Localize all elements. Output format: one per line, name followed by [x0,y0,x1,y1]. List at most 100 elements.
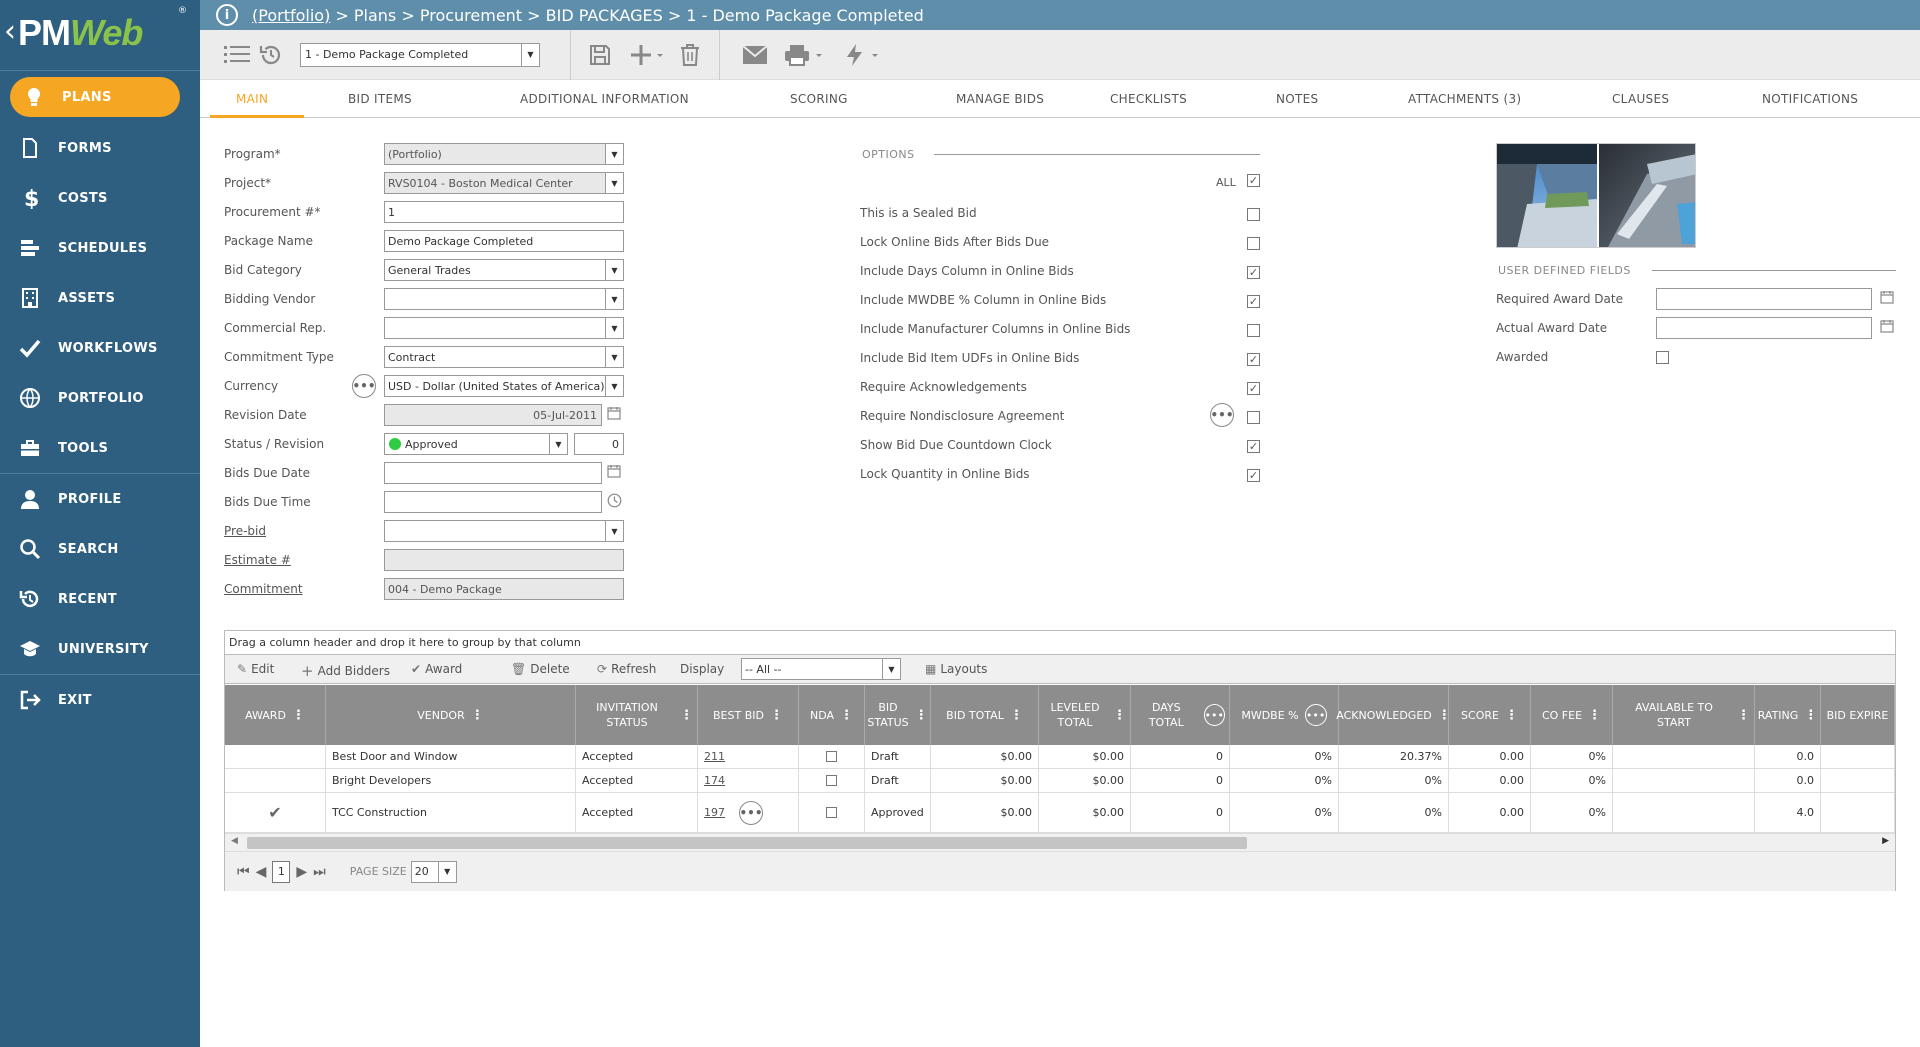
calendar-icon[interactable] [1880,319,1894,337]
bids-due-time-input[interactable] [384,491,602,513]
bids-due-date-input[interactable] [384,462,602,484]
column-header-leveled-total[interactable]: LEVELED TOTAL ⋮ [1039,685,1131,745]
column-menu-icon[interactable]: ⋮ [1804,708,1817,723]
print-icon[interactable] [782,38,826,72]
bidding-vendor-select[interactable]: ▼ [384,288,624,310]
cell-nda[interactable] [799,769,865,792]
commercial-rep-select[interactable]: ▼ [384,317,624,339]
column-header-bid-status[interactable]: BID STATUS ⋮ [865,685,931,745]
page-number-input[interactable]: 1 [272,860,291,883]
sidebar-item-schedules[interactable]: SCHEDULES [0,223,200,273]
calendar-icon[interactable] [607,464,621,482]
column-menu-icon[interactable]: ⋮ [1737,708,1750,723]
column-menu-icon[interactable]: ⋮ [840,708,853,723]
chevron-down-icon[interactable]: ▼ [605,289,623,309]
refresh-button[interactable]: ⟳ Refresh [597,662,656,676]
column-header-nda[interactable]: NDA ⋮ [799,685,865,745]
option-checkbox[interactable]: ✓ [1247,295,1260,308]
best-bid-link[interactable]: 197 [704,806,725,819]
prev-page-icon[interactable]: ◀ [256,864,267,880]
chevron-down-icon[interactable]: ▼ [605,318,623,338]
sidebar-item-plans[interactable]: PLANS [10,77,180,117]
tab-notes[interactable]: NOTES [1276,92,1318,106]
nda-checkbox[interactable] [826,751,837,762]
column-menu-icon[interactable]: ⋮ [915,708,928,723]
tab-checklists[interactable]: CHECKLISTS [1110,92,1187,106]
calendar-icon[interactable] [1880,290,1894,308]
tab-main[interactable]: MAIN [236,92,268,106]
column-header-rating[interactable]: RATING ⋮ [1755,685,1821,745]
scrollbar-thumb[interactable] [247,837,1247,849]
column-menu-icon[interactable]: ⋮ [680,708,693,723]
tab-manage-bids[interactable]: MANAGE BIDS [956,92,1044,106]
prebid-select[interactable]: ▼ [384,520,624,542]
option-checkbox[interactable]: ✓ [1247,382,1260,395]
currency-more-icon[interactable]: ••• [352,374,376,398]
column-header-bid-total[interactable]: BID TOTAL ⋮ [931,685,1039,745]
chevron-down-icon[interactable]: ▼ [605,376,623,396]
sidebar-item-profile[interactable]: PROFILE [0,474,200,524]
project-select[interactable]: RVS0104 - Boston Medical Center ▼ [384,172,624,194]
edit-button[interactable]: ✎ Edit [237,662,274,676]
awarded-checkbox[interactable] [1656,351,1669,364]
project-photo[interactable] [1496,143,1696,248]
sidebar-item-exit[interactable]: EXIT [0,675,200,725]
procurement-input[interactable]: 1 [384,201,624,223]
page-size-select[interactable]: 20 ▼ [410,860,457,883]
breadcrumb-portfolio-link[interactable]: (Portfolio) [252,6,330,25]
column-header-score[interactable]: SCORE ⋮ [1449,685,1531,745]
nda-checkbox[interactable] [826,807,837,818]
option-checkbox[interactable]: ✓ [1247,440,1260,453]
column-header-bid-expire[interactable]: BID EXPIRE [1821,685,1895,745]
best-bid-link[interactable]: 211 [704,750,725,763]
column-header-available-to-start[interactable]: AVAILABLE TO START ⋮ [1613,685,1755,745]
chevron-down-icon[interactable]: ▼ [521,43,539,66]
column-header-vendor[interactable]: VENDOR ⋮ [326,685,576,745]
email-icon[interactable] [738,38,772,72]
history-icon[interactable] [254,38,288,72]
sidebar-item-university[interactable]: UNIVERSITY [0,624,200,674]
tab-bid-items[interactable]: BID ITEMS [348,92,412,106]
revision-input[interactable]: 0 [574,433,624,455]
sidebar-item-tools[interactable]: TOOLS [0,423,200,473]
chevron-down-icon[interactable]: ▼ [605,347,623,367]
revision-date-input[interactable]: 05-Jul-2011 [384,404,602,426]
horizontal-scrollbar[interactable]: ◀ ▶ [225,833,1895,851]
bid-category-select[interactable]: General Trades ▼ [384,259,624,281]
column-menu-icon[interactable]: ⋮ [292,708,305,723]
option-checkbox[interactable] [1247,324,1260,337]
first-page-icon[interactable]: ⏮ [237,864,250,880]
column-menu-icon[interactable]: ⋮ [770,708,783,723]
scroll-right-icon[interactable]: ▶ [1882,836,1889,846]
chevron-down-icon[interactable]: ▼ [882,659,900,679]
delete-button[interactable]: 🗑 Delete [511,662,570,676]
sidebar-item-search[interactable]: SEARCH [0,524,200,574]
award-button[interactable]: ✔ Award [411,662,462,676]
option-checkbox[interactable] [1247,237,1260,250]
chevron-down-icon[interactable]: ▼ [605,260,623,280]
chevron-down-icon[interactable]: ▼ [437,861,456,882]
column-header-acknowledged[interactable]: ACKNOWLEDGED ⋮ [1336,685,1451,745]
column-header-co-fee[interactable]: CO FEE ⋮ [1531,685,1613,745]
chevron-down-icon[interactable]: ▼ [605,144,623,164]
column-more-icon[interactable]: ••• [1304,704,1327,726]
package-name-input[interactable]: Demo Package Completed [384,230,624,252]
calendar-icon[interactable] [607,406,621,424]
sidebar-item-portfolio[interactable]: PORTFOLIO [0,373,200,423]
chevron-down-icon[interactable]: ▼ [605,173,623,193]
delete-icon[interactable] [673,38,707,72]
column-header-days-total[interactable]: DAYS TOTAL ••• [1131,685,1230,745]
list-view-icon[interactable] [220,38,254,72]
commitment-type-select[interactable]: Contract ▼ [384,346,624,368]
nda-more-icon[interactable]: ••• [1210,403,1234,427]
column-menu-icon[interactable]: ⋮ [1010,708,1023,723]
column-header-best-bid[interactable]: BEST BID ⋮ [698,685,799,745]
sidebar-item-recent[interactable]: RECENT [0,574,200,624]
option-checkbox[interactable]: ✓ [1247,469,1260,482]
best-bid-link[interactable]: 174 [704,774,725,787]
cell-best-bid[interactable]: 174 [698,769,799,792]
currency-select[interactable]: USD - Dollar (United States of America) ▼ [384,375,624,397]
chevron-down-icon[interactable]: ▼ [605,521,623,541]
sidebar-item-forms[interactable]: FORMS [0,123,200,173]
lightning-icon[interactable] [840,38,884,72]
